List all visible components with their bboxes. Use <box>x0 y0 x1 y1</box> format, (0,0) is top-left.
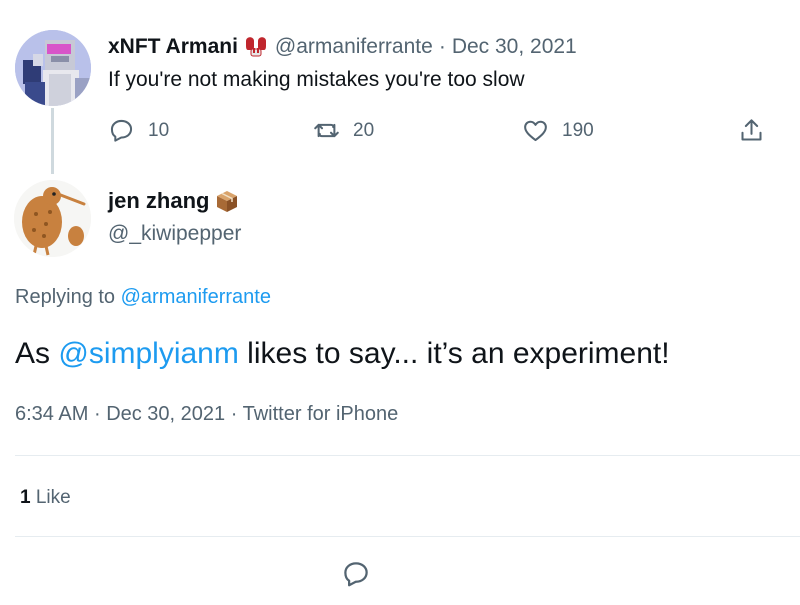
like-count: 190 <box>562 119 594 141</box>
pixel-robot-avatar-image <box>15 30 91 106</box>
avatar-armani[interactable] <box>15 30 91 106</box>
reply-count: 10 <box>148 119 170 141</box>
author-handle[interactable]: @armaniferrante <box>275 35 433 59</box>
reply-action[interactable]: 10 <box>108 117 169 144</box>
replying-to-line: Replying to @armaniferrante <box>15 286 271 309</box>
like-action[interactable]: 190 <box>522 117 594 144</box>
likes-label: Like <box>35 487 71 508</box>
separator-dot: · <box>438 35 446 58</box>
avatar-jen-zhang[interactable] <box>14 180 91 257</box>
retweet-icon <box>314 123 339 138</box>
likes-stat[interactable]: 1 Like <box>20 487 71 509</box>
tweet-metadata: 6:34 AM · Dec 30, 2021 · Twitter for iPh… <box>15 403 398 426</box>
separator-dot: · <box>230 403 238 425</box>
tweet-time[interactable]: 6:34 AM <box>15 403 88 425</box>
reply-text-after: likes to say... it’s an experiment! <box>238 337 670 370</box>
separator-dot: · <box>93 403 101 425</box>
reply-button[interactable] <box>341 559 371 589</box>
mention-link[interactable]: @simplyianm <box>58 337 238 370</box>
reply-text-before: As <box>15 337 59 370</box>
reply-author-handle[interactable]: @_kiwipepper <box>108 222 241 246</box>
tweet-full-date[interactable]: Dec 30, 2021 <box>106 403 225 425</box>
replying-to-label: Replying to <box>15 286 116 308</box>
divider <box>15 536 800 537</box>
heart-icon <box>524 120 547 142</box>
share-action[interactable] <box>738 117 778 144</box>
parent-tweet-text: If you're not making mistakes you're too… <box>108 68 525 91</box>
kiwi-bird-avatar-image <box>14 180 91 257</box>
package-box-icon <box>214 188 240 214</box>
share-icon <box>741 119 762 141</box>
reply-author-name[interactable]: jen zhang <box>108 188 209 214</box>
fighting-gloves-icon <box>243 34 269 60</box>
divider <box>15 455 800 456</box>
reply-tweet-text: As @simplyianm likes to say... it’s an e… <box>15 337 670 371</box>
tweet-source[interactable]: Twitter for iPhone <box>243 403 399 425</box>
retweet-count: 20 <box>353 119 375 141</box>
retweet-action[interactable]: 20 <box>313 117 374 144</box>
replying-to-handle-link[interactable]: @armaniferrante <box>121 286 271 308</box>
likes-count: 1 <box>20 487 31 508</box>
parent-tweet-header: xNFT Armani @armaniferrante · Dec 30, 20… <box>108 34 577 60</box>
author-name[interactable]: xNFT Armani <box>108 35 238 59</box>
reply-icon <box>110 119 133 142</box>
tweet-date[interactable]: Dec 30, 2021 <box>452 35 577 59</box>
reply-tweet-author-row: jen zhang <box>108 188 246 214</box>
reply-icon <box>344 562 368 587</box>
parent-tweet-actions: 10 20 190 <box>0 117 800 147</box>
